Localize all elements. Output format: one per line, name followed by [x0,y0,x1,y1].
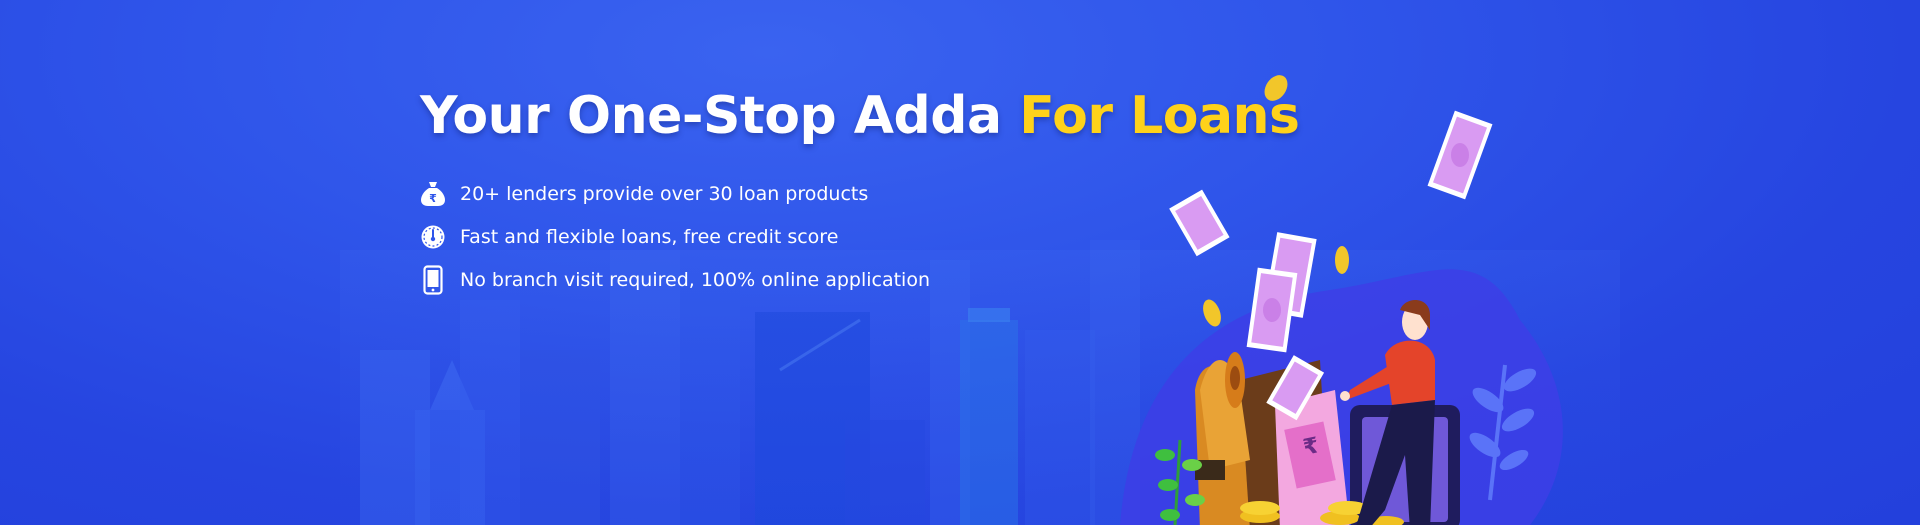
svg-text:₹: ₹ [429,192,437,205]
headline-main: Your One-Stop Adda [420,86,1002,146]
mobile-phone-icon [420,264,446,295]
money-bag-icon: ₹ [420,179,446,209]
feature-text: Fast and flexible loans, free credit sco… [460,225,839,248]
feature-text: No branch visit required, 100% online ap… [460,268,930,291]
speedometer-icon [420,222,446,252]
hero-banner: Your One-Stop Adda For Loans ₹ 20+ lende… [0,0,1920,525]
feature-text: 20+ lenders provide over 30 loan product… [460,182,869,205]
loan-illustration: ₹ [1120,75,1563,525]
